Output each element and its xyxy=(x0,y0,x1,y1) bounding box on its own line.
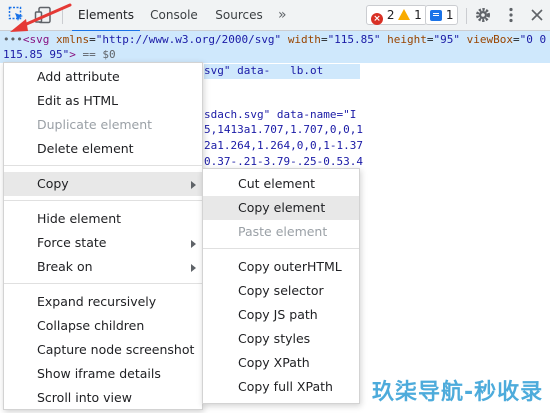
menu-item-scroll-into-view[interactable]: Scroll into view xyxy=(4,386,202,410)
attr-value: "115.85" xyxy=(327,33,381,46)
attr-value: "http://www.w3.org/2000/svg" xyxy=(95,33,282,46)
close-devtools-icon[interactable] xyxy=(528,6,546,24)
messages-counter[interactable]: 1 xyxy=(425,5,459,25)
menu-item-copy-styles[interactable]: Copy styles xyxy=(203,327,359,351)
console-ref-marker: == $0 xyxy=(75,48,116,61)
menu-item-edit-as-html[interactable]: Edit as HTML xyxy=(4,89,202,113)
menu-item-cut-element[interactable]: Cut element xyxy=(203,172,359,196)
menu-item-break-on[interactable]: Break on xyxy=(4,255,202,279)
menu-item-collapse-children[interactable]: Collapse children xyxy=(4,314,202,338)
message-icon xyxy=(430,10,442,21)
tab-console[interactable]: Console xyxy=(146,0,202,31)
code-fragment: sdach.svg" data-name="I xyxy=(204,108,356,121)
settings-gear-icon[interactable] xyxy=(474,6,492,24)
menu-separator xyxy=(4,165,202,166)
attr-name: height xyxy=(387,33,427,46)
menu-item-label: Break on xyxy=(37,259,93,274)
code-fragment: 5,1413a1.707,1.707,0,0,1 xyxy=(204,123,363,136)
menu-separator xyxy=(4,200,202,201)
menu-item-expand-recursively[interactable]: Expand recursively xyxy=(4,290,202,314)
menu-item-copy-element[interactable]: Copy element xyxy=(203,196,359,220)
more-options-icon[interactable] xyxy=(502,6,520,24)
attr-value: "95" xyxy=(433,33,461,46)
menu-item-label: Copy xyxy=(37,176,69,191)
code-fragment: svg" data- lb.ot xyxy=(204,64,360,79)
attr-value: 115.85 95" xyxy=(3,48,70,61)
tab-elements[interactable]: Elements xyxy=(72,0,140,32)
menu-item-copy-selector[interactable]: Copy selector xyxy=(203,279,359,303)
annotation-arrow-icon xyxy=(10,3,72,32)
menu-item-copy-outerhtml[interactable]: Copy outerHTML xyxy=(203,255,359,279)
menu-item-copy-full-xpath[interactable]: Copy full XPath xyxy=(203,375,359,399)
more-tabs-button[interactable]: » xyxy=(278,0,287,31)
submenu-arrow-icon xyxy=(191,264,196,272)
svg-tag-close: > xyxy=(69,48,76,61)
devtools-toolbar: Elements Console Sources » × 2 1 1 xyxy=(0,0,550,32)
menu-separator xyxy=(4,283,202,284)
menu-item-copy-js-path[interactable]: Copy JS path xyxy=(203,303,359,327)
code-text: sdach.svg" data-name="I xyxy=(204,108,357,121)
menu-item-add-attribute[interactable]: Add attribute xyxy=(4,65,202,89)
toolbar-divider xyxy=(466,8,467,24)
menu-item-capture-node-screenshot[interactable]: Capture node screenshot xyxy=(4,338,202,362)
selected-node-line-1[interactable]: •••<svg xmlns="http://www.w3.org/2000/sv… xyxy=(3,33,546,46)
watermark-text: 玖柒导航-秒收录 xyxy=(372,380,544,405)
menu-item-paste-element: Paste element xyxy=(238,224,328,239)
menu-item-duplicate-element: Duplicate element xyxy=(37,117,153,132)
menu-separator xyxy=(203,248,359,249)
error-count: 2 xyxy=(386,8,395,22)
submenu-arrow-icon xyxy=(191,181,196,189)
selected-node-line-2[interactable]: 115.85 95"> == $0 xyxy=(3,48,116,61)
menu-item-copy[interactable]: Copy xyxy=(4,172,202,196)
error-icon: × xyxy=(371,13,383,25)
warning-count: 1 xyxy=(414,8,422,22)
context-menu: Add attribute Edit as HTML Duplicate ele… xyxy=(3,62,203,410)
attr-name: width xyxy=(287,33,321,46)
menu-item-force-state[interactable]: Force state xyxy=(4,231,202,255)
tab-sources[interactable]: Sources xyxy=(210,0,268,31)
menu-item-copy-xpath[interactable]: Copy XPath xyxy=(203,351,359,375)
attr-name: viewBox xyxy=(466,33,514,46)
issues-counter[interactable]: × 2 1 xyxy=(366,5,427,25)
menu-item-hide-element[interactable]: Hide element xyxy=(4,207,202,231)
menu-item-label: Force state xyxy=(37,235,107,250)
copy-submenu: Cut element Copy element Paste element C… xyxy=(202,168,360,404)
message-count: 1 xyxy=(445,8,454,22)
code-fragment: 2a1.264,1.264,0,0,1-1.37 xyxy=(204,139,363,152)
attr-value: "0 0 xyxy=(519,33,547,46)
menu-item-show-iframe-details[interactable]: Show iframe details xyxy=(4,362,202,386)
code-fragment: 0.37-.21-3.79-.25-0.53.4 xyxy=(204,155,363,168)
warning-icon xyxy=(398,9,411,20)
submenu-arrow-icon xyxy=(191,240,196,248)
menu-item-delete-element[interactable]: Delete element xyxy=(4,137,202,161)
